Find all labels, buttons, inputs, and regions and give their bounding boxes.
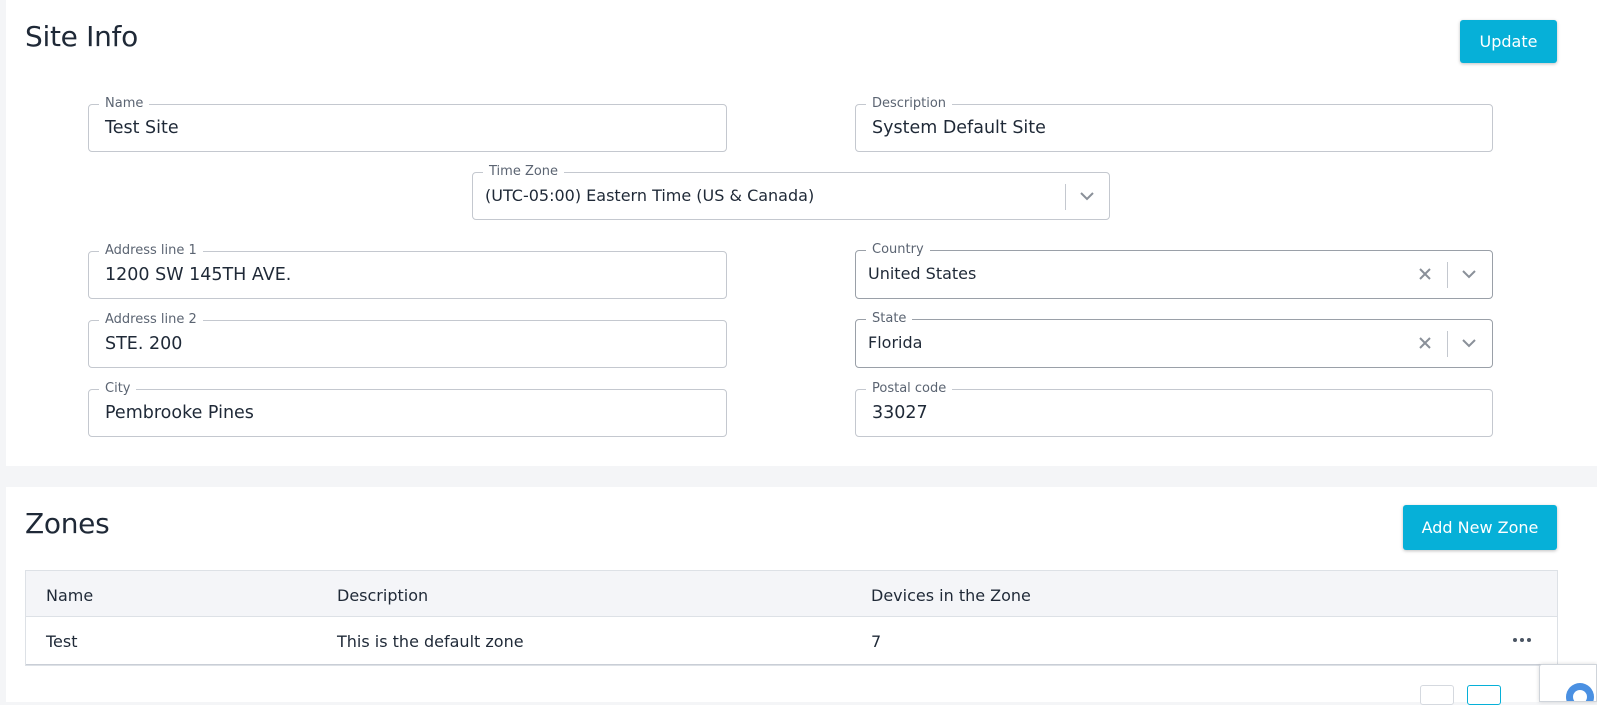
- country-label: Country: [866, 242, 930, 258]
- zones-title: Zones: [25, 507, 110, 540]
- address-line-2-field[interactable]: Address line 2 STE. 200: [88, 312, 727, 368]
- add-new-zone-button[interactable]: Add New Zone: [1403, 505, 1557, 550]
- address-line-2-label: Address line 2: [99, 312, 203, 328]
- city-value: Pembrooke Pines: [105, 403, 254, 423]
- pagination-page-button[interactable]: [1467, 685, 1501, 705]
- column-header-name[interactable]: Name: [46, 586, 93, 605]
- city-field[interactable]: City Pembrooke Pines: [88, 381, 727, 437]
- postal-code-label: Postal code: [866, 381, 953, 397]
- column-header-description[interactable]: Description: [337, 586, 428, 605]
- more-horizontal-icon[interactable]: [1513, 638, 1531, 642]
- description-field[interactable]: Description System Default Site: [855, 96, 1493, 152]
- zones-table: Name Description Devices in the Zone Tes…: [25, 570, 1558, 666]
- postal-code-value: 33027: [872, 403, 928, 423]
- zone-name-cell: Test: [46, 632, 78, 651]
- timezone-select[interactable]: Time Zone (UTC-05:00) Eastern Time (US &…: [472, 164, 1110, 220]
- state-value: Florida: [868, 333, 923, 352]
- description-value: System Default Site: [872, 118, 1046, 138]
- update-button[interactable]: Update: [1460, 20, 1557, 63]
- recaptcha-badge: [1539, 664, 1597, 702]
- recaptcha-icon: [1566, 683, 1594, 701]
- close-icon[interactable]: [1412, 261, 1438, 287]
- state-label: State: [866, 311, 913, 327]
- chevron-down-icon[interactable]: [1074, 183, 1100, 209]
- timezone-label: Time Zone: [483, 164, 565, 180]
- chevron-down-icon[interactable]: [1456, 261, 1482, 287]
- country-separator: [1447, 262, 1448, 288]
- city-label: City: [99, 381, 137, 397]
- postal-code-field[interactable]: Postal code 33027: [855, 381, 1493, 437]
- table-header: Name Description Devices in the Zone: [26, 571, 1557, 617]
- name-value: Test Site: [105, 118, 179, 138]
- address-line-2-value: STE. 200: [105, 334, 183, 354]
- table-row[interactable]: Test This is the default zone 7: [26, 617, 1557, 665]
- name-field[interactable]: Name Test Site: [88, 96, 727, 152]
- column-header-devices[interactable]: Devices in the Zone: [871, 586, 1031, 605]
- zone-description-cell: This is the default zone: [337, 632, 524, 651]
- pagination-prev-button[interactable]: [1420, 685, 1454, 705]
- chevron-down-icon[interactable]: [1456, 330, 1482, 356]
- timezone-separator: [1065, 184, 1066, 210]
- address-line-1-value: 1200 SW 145TH AVE.: [105, 265, 292, 285]
- zone-devices-cell: 7: [871, 632, 882, 651]
- country-select[interactable]: Country United States: [855, 242, 1493, 299]
- site-info-card: Site Info Update Name Test Site Descript…: [6, 0, 1597, 466]
- name-label: Name: [99, 96, 150, 112]
- address-line-1-label: Address line 1: [99, 243, 203, 259]
- state-select[interactable]: State Florida: [855, 311, 1493, 368]
- address-line-1-field[interactable]: Address line 1 1200 SW 145TH AVE.: [88, 243, 727, 299]
- state-separator: [1447, 331, 1448, 357]
- description-label: Description: [866, 96, 953, 112]
- timezone-value: (UTC-05:00) Eastern Time (US & Canada): [485, 186, 815, 205]
- close-icon[interactable]: [1412, 330, 1438, 356]
- site-info-title: Site Info: [25, 20, 138, 53]
- country-value: United States: [868, 264, 977, 283]
- zones-card: Zones Add New Zone Name Description Devi…: [6, 487, 1597, 702]
